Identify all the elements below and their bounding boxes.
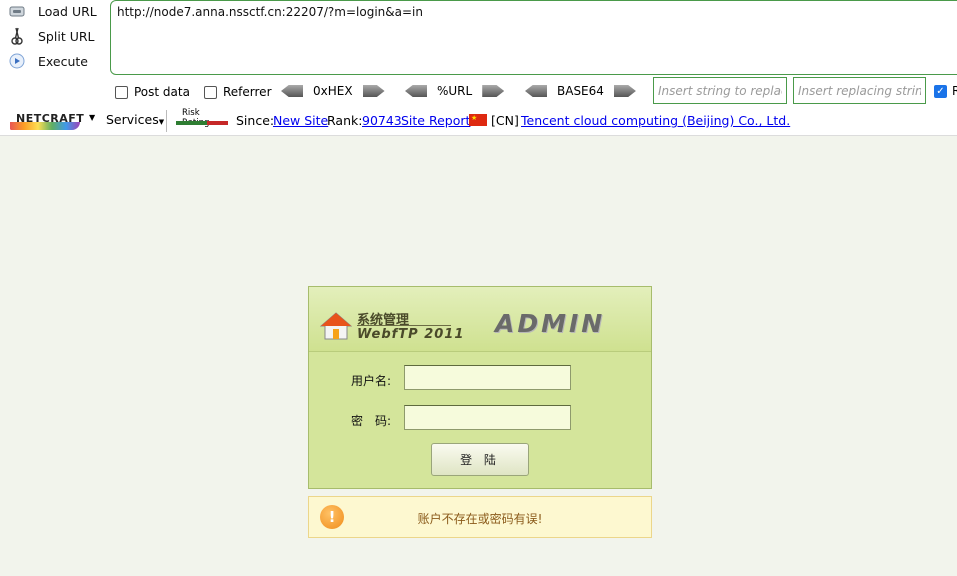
base64-decode-arrow-icon[interactable] [525,85,547,97]
hackbar-toolbar: Load URL Split URL Execute Post data Ref… [0,0,957,104]
base64-encode-arrow-icon[interactable] [613,85,636,97]
hex-label: 0xHEX [313,84,353,98]
url-encoder: %URL [405,82,505,100]
login-panel: 系统管理 WebfTP 2011 ADMIN 用户名: 密 码: 登 陆 [308,286,652,489]
hex-encoder: 0xHEX [281,82,385,100]
split-url-button[interactable]: Split URL [6,25,106,47]
error-message-box: ! 账户不存在或密码有误! [308,496,652,538]
login-header: 系统管理 WebfTP 2011 ADMIN [309,287,651,352]
risk-rating[interactable]: Risk Rating [176,108,228,128]
hosting-link[interactable]: Tencent cloud computing (Beijing) Co., L… [521,113,790,128]
china-flag-icon [469,114,487,126]
since-label: Since: [236,113,275,128]
hex-decode-arrow-icon[interactable] [281,85,303,97]
home-icon [319,311,353,341]
hex-encode-arrow-icon[interactable] [362,85,385,97]
referrer-toggle[interactable]: Referrer [204,83,272,101]
error-message: 账户不存在或密码有误! [417,512,543,526]
url-decode-arrow-icon[interactable] [405,85,427,97]
execute-button[interactable]: Execute [6,50,106,72]
services-menu[interactable]: Services▼ [106,112,164,127]
services-dropdown-icon: ▼ [158,118,165,126]
url-label: %URL [437,84,473,98]
replace-string-input[interactable] [653,77,787,104]
site-report-link[interactable]: Site Report [401,113,470,128]
replace-checkbox[interactable]: ✓ [934,85,947,98]
title-divider [357,325,451,326]
country-code: [CN] [491,113,519,128]
admin-logo: ADMIN [495,309,606,338]
rank-label: Rank: [327,113,363,128]
password-input[interactable] [404,405,571,430]
play-icon [8,52,26,70]
username-input[interactable] [404,365,571,390]
replacing-string-input[interactable] [793,77,926,104]
netcraft-logo[interactable]: NETCRAFT [10,112,84,130]
since-link[interactable]: New Site [273,113,328,128]
login-button[interactable]: 登 陆 [431,443,529,476]
referrer-checkbox[interactable] [204,85,217,99]
load-url-icon [8,2,26,20]
replace-checkbox-label: R [952,84,957,98]
rank-link[interactable]: 90743 [362,113,402,128]
base64-label: BASE64 [557,84,604,98]
username-label: 用户名: [351,374,392,388]
netcraft-toolbar: NETCRAFT ▼ Services▼ Risk Rating Since: … [0,104,957,136]
system-subtitle: WebfTP 2011 [357,327,465,342]
base64-encoder: BASE64 [525,82,636,100]
url-textarea[interactable] [110,0,957,75]
url-encode-arrow-icon[interactable] [482,85,505,97]
risk-rating-bar [176,121,228,125]
netcraft-dropdown-icon[interactable]: ▼ [89,113,95,122]
post-data-toggle[interactable]: Post data [115,83,190,101]
load-url-button[interactable]: Load URL [6,0,106,22]
toolbar-divider [166,110,167,132]
password-label: 密 码: [351,414,392,428]
post-data-checkbox[interactable] [115,85,128,99]
scissors-icon [8,27,26,45]
